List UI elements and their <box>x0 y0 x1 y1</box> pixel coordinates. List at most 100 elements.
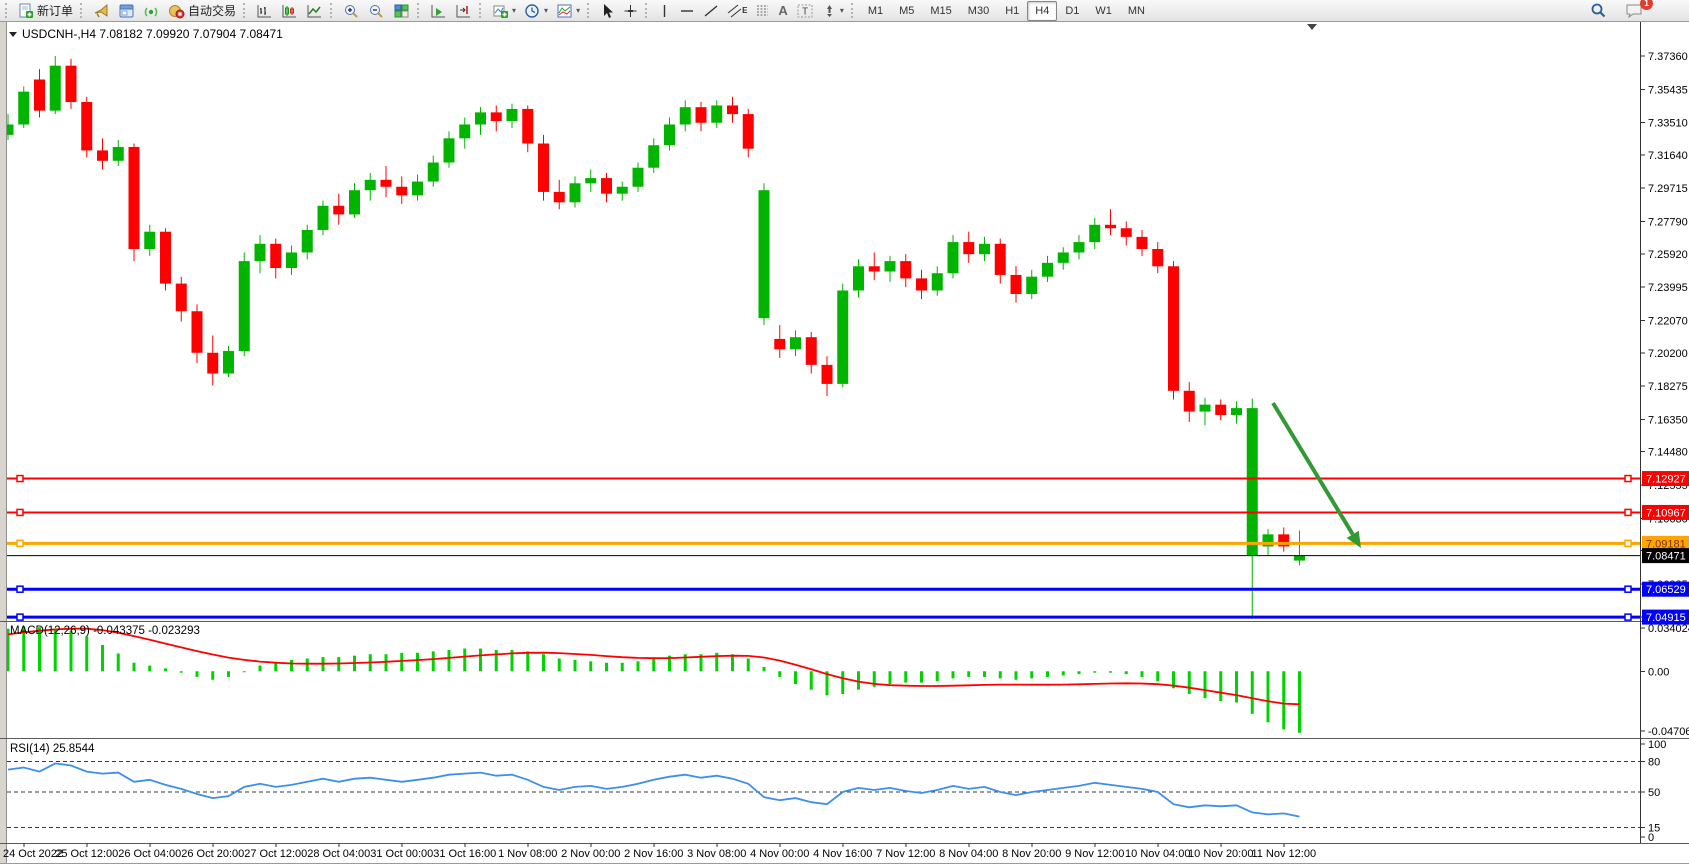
zoom-in-button[interactable] <box>339 0 364 22</box>
candle <box>570 183 581 202</box>
tab-timeframe-w1[interactable]: W1 <box>1087 1 1120 21</box>
toolbar-grip <box>479 3 485 18</box>
rsi-indicator-label: RSI(14) 25.8544 <box>10 743 94 755</box>
horizontal-line-button[interactable] <box>675 0 699 22</box>
macd-bar <box>400 653 403 671</box>
macd-bar <box>794 671 797 684</box>
auto-scroll-button[interactable] <box>426 0 451 22</box>
candle <box>806 337 817 365</box>
chart-shift-marker[interactable] <box>1307 24 1317 30</box>
rsi-tick-label: 0 <box>1648 832 1654 844</box>
crosshair-icon <box>623 3 638 19</box>
candlestick-chart-button[interactable] <box>277 0 302 22</box>
candle <box>554 192 565 202</box>
templates-button[interactable]: ▾ <box>552 0 584 22</box>
indicators-button[interactable]: ▾ <box>488 0 520 22</box>
macd-bar <box>1219 671 1222 701</box>
macd-tick-label: 0.00 <box>1648 666 1669 678</box>
candle <box>522 109 533 144</box>
chart-window[interactable]: 7.373607.354357.335107.316407.297157.277… <box>0 22 1689 864</box>
annotation-arrow[interactable] <box>1273 403 1353 534</box>
pivot-line-handle[interactable] <box>1625 540 1631 546</box>
tab-timeframe-m30[interactable]: M30 <box>960 1 997 21</box>
resistance-line-1-handle[interactable] <box>17 476 23 482</box>
text-label-button[interactable]: T <box>792 0 818 22</box>
tab-timeframe-h4[interactable]: H4 <box>1027 1 1057 21</box>
trendline-button[interactable] <box>699 0 723 22</box>
candle <box>743 114 754 149</box>
macd-bar <box>448 650 451 671</box>
macd-bar <box>1093 671 1096 672</box>
pivot-line-handle[interactable] <box>17 540 23 546</box>
candle <box>664 124 675 145</box>
candle <box>365 180 376 190</box>
candle <box>1121 228 1132 237</box>
tab-timeframe-mn[interactable]: MN <box>1120 1 1153 21</box>
candle <box>192 311 203 353</box>
new-order-icon <box>18 3 34 19</box>
signal-icon <box>143 3 160 19</box>
chart-expand-icon[interactable] <box>9 32 17 37</box>
bar-chart-button[interactable] <box>252 0 277 22</box>
auto-trading-button[interactable]: 自动交易 <box>164 0 240 22</box>
resistance-line-2-handle[interactable] <box>17 509 23 515</box>
alerts-button[interactable] <box>89 0 114 22</box>
candle <box>853 266 864 290</box>
macd-bar <box>920 671 923 682</box>
price-tick-label: 7.18275 <box>1648 381 1688 393</box>
fibonacci-icon <box>755 3 771 19</box>
support-line-2-handle[interactable] <box>1625 614 1631 620</box>
tab-timeframe-m5[interactable]: M5 <box>891 1 922 21</box>
time-tick-label: 8 Nov 20:00 <box>1002 848 1061 860</box>
arrows-button[interactable]: ▾ <box>818 0 848 22</box>
macd-bar <box>164 668 167 671</box>
candle <box>1152 249 1163 266</box>
resistance-line-1-handle[interactable] <box>1625 476 1631 482</box>
crosshair-button[interactable] <box>619 0 642 22</box>
market-watch-button[interactable] <box>114 0 139 22</box>
equidistant-channel-button[interactable]: E <box>723 0 751 22</box>
candle <box>995 244 1006 275</box>
chat-button[interactable]: 1 <box>1621 0 1647 22</box>
new-order-button[interactable]: 新订单 <box>14 0 77 22</box>
zoom-out-button[interactable] <box>364 0 389 22</box>
window-left-edge <box>0 22 6 864</box>
macd-bar <box>416 653 419 671</box>
candle <box>475 112 486 124</box>
macd-bar <box>227 671 230 677</box>
macd-bar <box>1046 671 1049 677</box>
resistance-line-2-handle[interactable] <box>1625 509 1631 515</box>
tile-windows-button[interactable] <box>389 0 414 22</box>
macd-bar <box>936 671 939 681</box>
support-line-1-handle[interactable] <box>17 586 23 592</box>
macd-bar <box>243 671 246 672</box>
macd-bar <box>637 661 640 671</box>
fibonacci-button[interactable] <box>751 0 774 22</box>
chart-canvas[interactable]: 7.373607.354357.335107.316407.297157.277… <box>0 22 1689 864</box>
support-line-1-handle[interactable] <box>1625 586 1631 592</box>
macd-bar <box>479 649 482 672</box>
macd-bar <box>731 654 734 671</box>
macd-bar <box>1141 671 1144 677</box>
tab-timeframe-m1[interactable]: M1 <box>860 1 891 21</box>
clock-icon <box>524 3 541 19</box>
cursor-button[interactable] <box>596 0 619 22</box>
vertical-line-button[interactable] <box>654 0 675 22</box>
support-line-2-handle[interactable] <box>17 614 23 620</box>
macd-bar <box>133 663 136 672</box>
tab-timeframe-d1[interactable]: D1 <box>1057 1 1087 21</box>
signals-button[interactable] <box>139 0 164 22</box>
price-tick-label: 7.20200 <box>1648 348 1688 360</box>
line-chart-button[interactable] <box>302 0 327 22</box>
periods-button[interactable]: ▾ <box>520 0 552 22</box>
chart-shift-button[interactable] <box>451 0 476 22</box>
search-button[interactable] <box>1586 0 1611 22</box>
macd-bar <box>621 663 624 672</box>
time-tick-label: 10 Nov 04:00 <box>1125 848 1190 860</box>
tab-timeframe-h1[interactable]: H1 <box>997 1 1027 21</box>
candlestick-icon <box>281 3 298 19</box>
text-button[interactable]: A <box>774 0 791 22</box>
candle <box>774 339 785 349</box>
candle <box>1105 225 1116 228</box>
tab-timeframe-m15[interactable]: M15 <box>922 1 959 21</box>
